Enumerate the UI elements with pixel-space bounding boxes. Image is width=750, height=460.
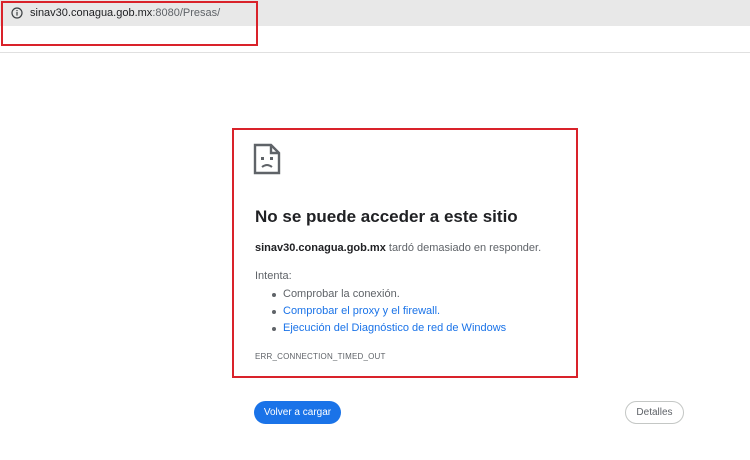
toolbar-divider xyxy=(0,52,750,53)
reload-button[interactable]: Volver a cargar xyxy=(254,401,341,424)
browser-page: sinav30.conagua.gob.mx:8080/Presas/ No s… xyxy=(0,0,750,460)
url-annotation-box xyxy=(1,1,258,46)
error-annotation-box xyxy=(232,128,578,378)
details-button[interactable]: Detalles xyxy=(625,401,684,424)
